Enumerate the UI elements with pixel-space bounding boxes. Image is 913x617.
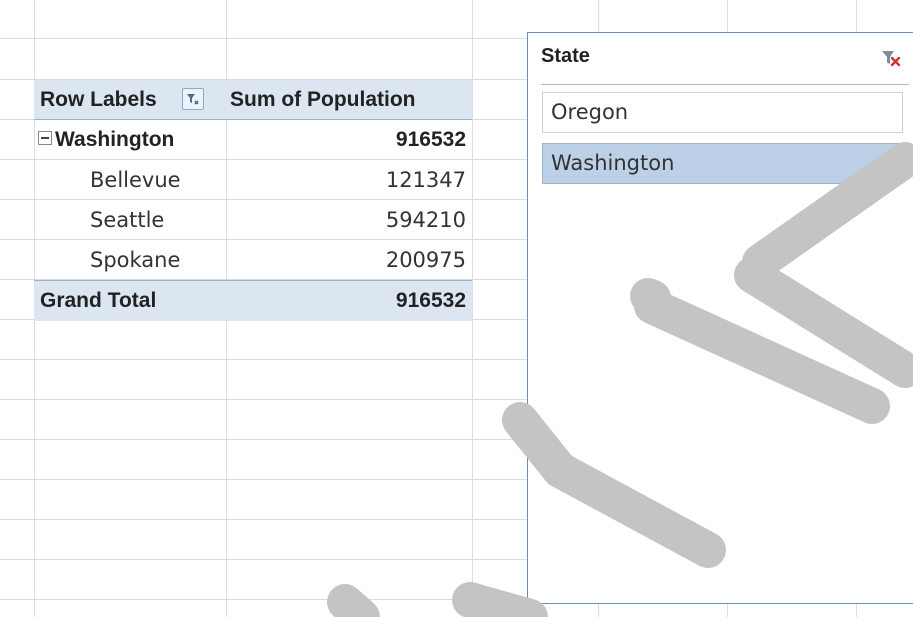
pivot-header-row: Row Labels Sum of Population bbox=[34, 80, 472, 120]
pivot-item-row[interactable]: Seattle 594210 bbox=[34, 200, 472, 240]
slicer-item-oregon[interactable]: Oregon bbox=[542, 92, 903, 133]
item-name: Seattle bbox=[90, 208, 165, 232]
pivot-table: Row Labels Sum of Population Washington … bbox=[34, 80, 472, 321]
group-name: Washington bbox=[55, 128, 175, 151]
item-value: 594210 bbox=[385, 208, 466, 232]
row-labels-header[interactable]: Row Labels bbox=[40, 80, 157, 120]
item-name: Spokane bbox=[90, 248, 181, 272]
filter-funnel-icon bbox=[187, 94, 199, 105]
group-value: 916532 bbox=[395, 128, 466, 151]
grid-col-line bbox=[472, 0, 473, 617]
clear-filter-icon[interactable] bbox=[879, 47, 901, 69]
item-name: Bellevue bbox=[90, 168, 181, 192]
grand-total-row[interactable]: Grand Total 916532 bbox=[34, 280, 472, 321]
grand-total-label: Grand Total bbox=[40, 289, 157, 312]
item-value: 200975 bbox=[385, 248, 466, 272]
filter-dropdown-icon[interactable] bbox=[182, 88, 204, 110]
funnel-clear-icon bbox=[882, 51, 901, 67]
pivot-item-row[interactable]: Bellevue 121347 bbox=[34, 160, 472, 200]
slicer-title: State bbox=[541, 45, 590, 67]
item-value: 121347 bbox=[385, 168, 466, 192]
collapse-minus-icon[interactable] bbox=[38, 131, 52, 146]
state-slicer[interactable]: State Oregon Washington bbox=[527, 32, 913, 604]
slicer-item-washington[interactable]: Washington bbox=[542, 143, 903, 184]
grand-total-value: 916532 bbox=[395, 289, 466, 312]
pivot-group-row[interactable]: Washington 916532 bbox=[34, 120, 472, 160]
slicer-divider bbox=[541, 84, 909, 85]
sum-of-population-header: Sum of Population bbox=[230, 88, 416, 111]
group-label: Washington bbox=[38, 120, 174, 160]
pivot-item-row[interactable]: Spokane 200975 bbox=[34, 240, 472, 280]
